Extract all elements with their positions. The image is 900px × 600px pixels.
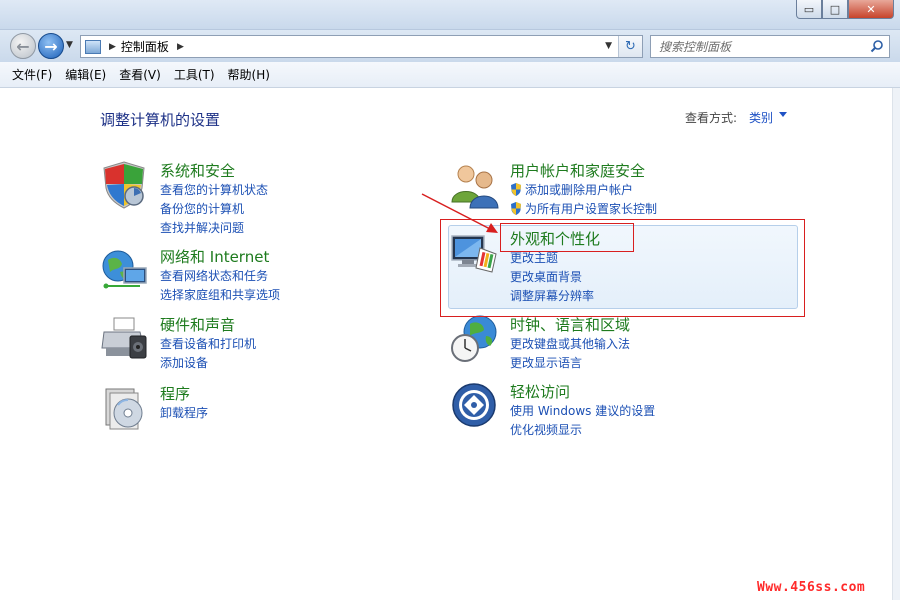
search-box[interactable] xyxy=(650,35,890,58)
network-globe-icon xyxy=(102,250,147,289)
view-by-dropdown[interactable]: 类别 xyxy=(749,109,773,126)
view-by-chevron-down-icon[interactable] xyxy=(779,112,787,117)
link-backup-computer[interactable]: 备份您的计算机 xyxy=(160,200,244,217)
category-title[interactable]: 系统和安全 xyxy=(160,160,235,181)
clock-globe-icon xyxy=(451,315,497,362)
annotation-arrow-icon xyxy=(421,193,498,233)
uac-shield-icon xyxy=(511,183,521,196)
annotation-title-box xyxy=(500,223,634,252)
forward-button[interactable]: → xyxy=(38,33,64,59)
address-bar[interactable]: ▶ 控制面板 ▶ ▼ ↻ xyxy=(80,35,643,58)
page-title: 调整计算机的设置 xyxy=(100,111,221,129)
link-change-input-methods[interactable]: 更改键盘或其他输入法 xyxy=(510,335,630,352)
close-button[interactable]: ✕ xyxy=(848,0,894,19)
link-view-computer-status[interactable]: 查看您的计算机状态 xyxy=(160,181,268,198)
navigation-bar: ← → ▼ ▶ 控制面板 ▶ ▼ ↻ xyxy=(0,30,900,62)
category-title[interactable]: 硬件和声音 xyxy=(160,314,235,335)
search-icon[interactable] xyxy=(870,39,884,53)
menu-file[interactable]: 文件(F) xyxy=(12,66,52,83)
ease-of-access-icon xyxy=(452,383,496,427)
category-title[interactable]: 时钟、语言和区域 xyxy=(510,314,630,335)
refresh-icon: ↻ xyxy=(625,39,636,54)
back-button[interactable]: ← xyxy=(10,33,36,59)
link-uninstall-program[interactable]: 卸载程序 xyxy=(160,404,208,421)
menu-edit[interactable]: 编辑(E) xyxy=(65,66,106,83)
watermark: Www.456ss.com xyxy=(757,580,866,595)
link-optimize-video-display[interactable]: 优化视频显示 xyxy=(510,421,582,438)
back-arrow-icon: ← xyxy=(16,36,30,56)
title-bar: ▭ □ ✕ xyxy=(0,0,900,30)
breadcrumb-control-panel[interactable]: 控制面板 xyxy=(121,38,169,55)
breadcrumb-chevron-icon[interactable]: ▶ xyxy=(177,42,184,52)
recent-pages-dropdown[interactable]: ▼ xyxy=(66,40,73,50)
menu-bar: 文件(F) 编辑(E) 查看(V) 工具(T) 帮助(H) xyxy=(0,62,900,88)
link-text[interactable]: 为所有用户设置家长控制 xyxy=(525,202,657,216)
category-title[interactable]: 网络和 Internet xyxy=(160,246,269,267)
category-title[interactable]: 程序 xyxy=(160,383,190,404)
category-title[interactable]: 轻松访问 xyxy=(510,381,570,402)
shield-icon xyxy=(103,161,145,209)
menu-tools[interactable]: 工具(T) xyxy=(174,66,215,83)
search-input[interactable] xyxy=(659,39,859,54)
menu-view[interactable]: 查看(V) xyxy=(119,66,161,83)
menu-help[interactable]: 帮助(H) xyxy=(228,66,270,83)
link-view-network-status[interactable]: 查看网络状态和任务 xyxy=(160,267,268,284)
view-by-label: 查看方式: xyxy=(685,111,738,125)
link-troubleshoot[interactable]: 查找并解决问题 xyxy=(160,219,244,236)
programs-disc-icon xyxy=(105,388,143,430)
breadcrumb-separator-icon[interactable]: ▶ xyxy=(109,42,116,52)
address-dropdown-icon[interactable]: ▼ xyxy=(605,41,612,51)
printer-icon xyxy=(101,317,147,359)
link-add-remove-accounts[interactable]: 添加或删除用户帐户 xyxy=(510,181,633,198)
scrollbar[interactable] xyxy=(892,88,900,600)
link-recommended-settings[interactable]: 使用 Windows 建议的设置 xyxy=(510,402,655,419)
link-text[interactable]: 添加或删除用户帐户 xyxy=(525,183,633,197)
minimize-button[interactable]: ▭ xyxy=(796,0,822,19)
uac-shield-icon xyxy=(511,202,521,215)
link-add-device[interactable]: 添加设备 xyxy=(160,354,208,371)
link-devices-printers[interactable]: 查看设备和打印机 xyxy=(160,335,256,352)
category-title[interactable]: 用户帐户和家庭安全 xyxy=(510,160,645,181)
forward-arrow-icon: → xyxy=(44,36,58,56)
window-controls: ▭ □ ✕ xyxy=(796,0,894,19)
refresh-button[interactable]: ↻ xyxy=(618,36,642,57)
link-homegroup-sharing[interactable]: 选择家庭组和共享选项 xyxy=(160,286,280,303)
maximize-button[interactable]: □ xyxy=(822,0,848,19)
link-change-display-language[interactable]: 更改显示语言 xyxy=(510,354,582,371)
link-parental-controls[interactable]: 为所有用户设置家长控制 xyxy=(510,200,657,217)
control-panel-icon xyxy=(85,39,101,54)
content-area: 调整计算机的设置 查看方式: 类别 系统和安全 查看您的计算机状态 备份您的计算… xyxy=(0,88,892,600)
